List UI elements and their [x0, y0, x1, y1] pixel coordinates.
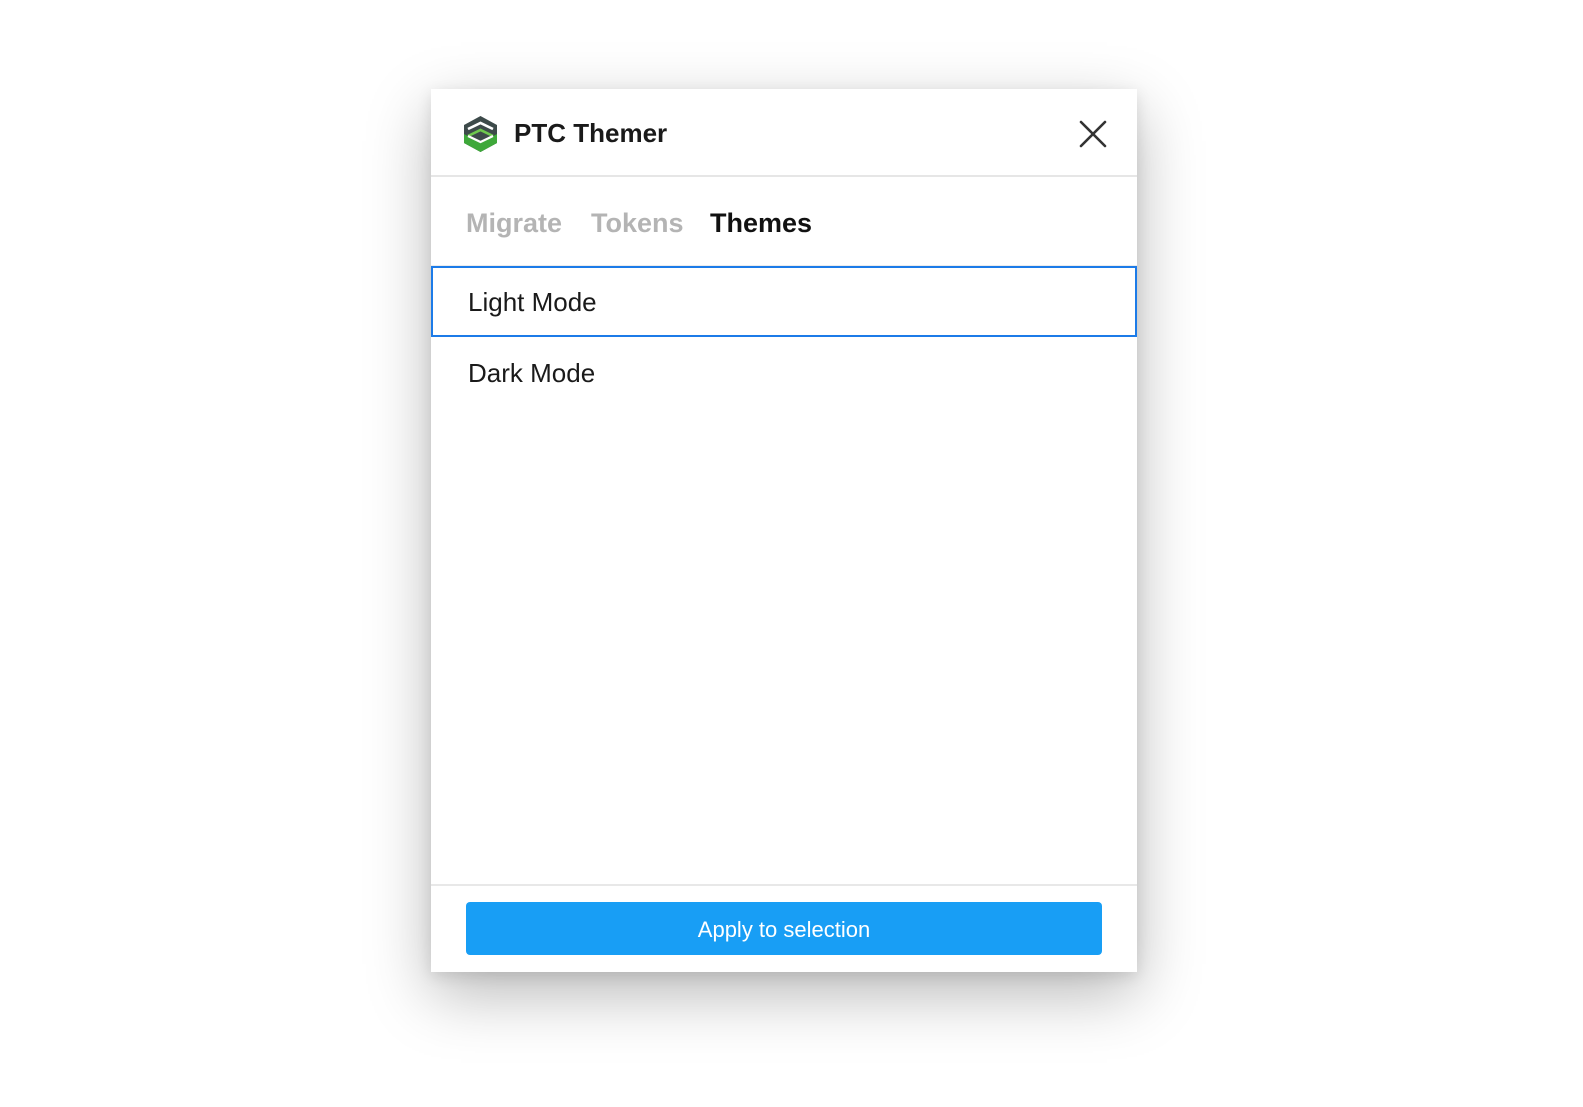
plugin-window: PTC Themer Migrate Tokens Themes Light M… [431, 89, 1137, 972]
title-bar: PTC Themer [431, 89, 1137, 177]
theme-item-label: Dark Mode [468, 358, 596, 388]
theme-item-light-mode[interactable]: Light Mode [431, 266, 1137, 337]
tab-bar: Migrate Tokens Themes [431, 177, 1137, 266]
ptc-themer-logo-icon [464, 116, 497, 152]
app-title: PTC Themer [514, 118, 668, 148]
close-icon[interactable] [1076, 117, 1110, 151]
tab-migrate[interactable]: Migrate [466, 205, 562, 241]
theme-item-label: Light Mode [468, 287, 597, 317]
tab-tokens[interactable]: Tokens [591, 205, 684, 241]
tab-themes[interactable]: Themes [710, 205, 812, 241]
apply-to-selection-button[interactable]: Apply to selection [466, 902, 1102, 955]
theme-list: Light Mode Dark Mode [431, 266, 1137, 408]
footer: Apply to selection [431, 884, 1137, 972]
theme-item-dark-mode[interactable]: Dark Mode [431, 337, 1137, 408]
